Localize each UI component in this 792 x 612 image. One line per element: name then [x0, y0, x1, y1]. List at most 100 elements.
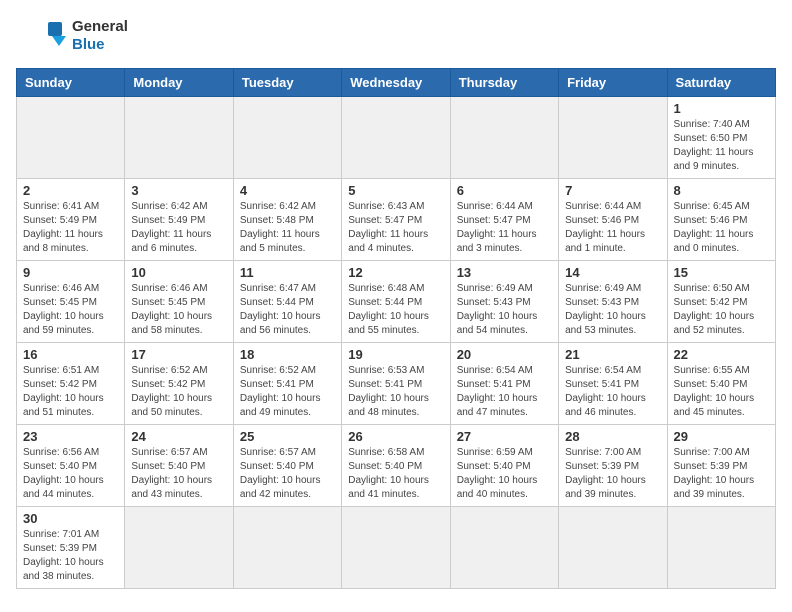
calendar-cell: 2 Sunrise: 6:41 AM Sunset: 5:49 PM Daylig… — [17, 179, 125, 261]
day-info: Sunrise: 6:52 AM Sunset: 5:42 PM Dayligh… — [131, 364, 226, 420]
day-number: 29 — [674, 429, 769, 444]
calendar-cell: 11Sunrise: 6:47 AM Sunset: 5:44 PM Dayli… — [233, 261, 341, 343]
calendar-cell: 18Sunrise: 6:52 AM Sunset: 5:41 PM Dayli… — [233, 343, 341, 425]
day-info: Sunrise: 6:57 AM Sunset: 5:40 PM Dayligh… — [240, 446, 335, 502]
calendar-cell: 15Sunrise: 6:50 AM Sunset: 5:42 PM Dayli… — [667, 261, 775, 343]
calendar-cell: 4 Sunrise: 6:42 AM Sunset: 5:48 PM Daylig… — [233, 179, 341, 261]
day-number: 17 — [131, 347, 226, 362]
day-number: 19 — [348, 347, 443, 362]
day-info: Sunrise: 6:53 AM Sunset: 5:41 PM Dayligh… — [348, 364, 443, 420]
calendar-cell: 3 Sunrise: 6:42 AM Sunset: 5:49 PM Daylig… — [125, 179, 233, 261]
day-info: Sunrise: 6:44 AM Sunset: 5:46 PM Dayligh… — [565, 200, 660, 256]
day-info: Sunrise: 6:51 AM Sunset: 5:42 PM Dayligh… — [23, 364, 118, 420]
calendar-week-row: 9Sunrise: 6:46 AM Sunset: 5:45 PM Daylig… — [17, 261, 776, 343]
calendar-cell: 27Sunrise: 6:59 AM Sunset: 5:40 PM Dayli… — [450, 425, 558, 507]
calendar-week-row: 1Sunrise: 7:40 AM Sunset: 6:50 PM Daylig… — [17, 97, 776, 179]
calendar-cell: 7 Sunrise: 6:44 AM Sunset: 5:46 PM Daylig… — [559, 179, 667, 261]
calendar-cell: 19 Sunrise: 6:53 AM Sunset: 5:41 PM Dayli… — [342, 343, 450, 425]
calendar-cell: 5 Sunrise: 6:43 AM Sunset: 5:47 PM Daylig… — [342, 179, 450, 261]
calendar-cell: 17 Sunrise: 6:52 AM Sunset: 5:42 PM Dayli… — [125, 343, 233, 425]
calendar-cell: 9Sunrise: 6:46 AM Sunset: 5:45 PM Daylig… — [17, 261, 125, 343]
calendar-cell: 25Sunrise: 6:57 AM Sunset: 5:40 PM Dayli… — [233, 425, 341, 507]
day-number: 27 — [457, 429, 552, 444]
header: General Blue — [16, 16, 776, 56]
calendar-cell: 14Sunrise: 6:49 AM Sunset: 5:43 PM Dayli… — [559, 261, 667, 343]
calendar-cell — [342, 97, 450, 179]
calendar-cell — [450, 97, 558, 179]
day-number: 30 — [23, 511, 118, 526]
logo-blue: Blue — [72, 36, 105, 53]
header-wednesday: Wednesday — [342, 69, 450, 97]
day-info: Sunrise: 7:00 AM Sunset: 5:39 PM Dayligh… — [565, 446, 660, 502]
calendar-header-row: SundayMondayTuesdayWednesdayThursdayFrid… — [17, 69, 776, 97]
calendar-cell: 20 Sunrise: 6:54 AM Sunset: 5:41 PM Dayli… — [450, 343, 558, 425]
header-tuesday: Tuesday — [233, 69, 341, 97]
calendar-cell: 12 Sunrise: 6:48 AM Sunset: 5:44 PM Dayli… — [342, 261, 450, 343]
day-info: Sunrise: 7:40 AM Sunset: 6:50 PM Dayligh… — [674, 118, 769, 174]
calendar-cell — [667, 507, 775, 589]
day-info: Sunrise: 6:55 AM Sunset: 5:40 PM Dayligh… — [674, 364, 769, 420]
day-number: 6 — [457, 183, 552, 198]
calendar-cell: 16 Sunrise: 6:51 AM Sunset: 5:42 PM Dayli… — [17, 343, 125, 425]
day-info: Sunrise: 7:01 AM Sunset: 5:39 PM Dayligh… — [23, 528, 118, 584]
day-info: Sunrise: 6:56 AM Sunset: 5:40 PM Dayligh… — [23, 446, 118, 502]
calendar-cell — [559, 507, 667, 589]
day-info: Sunrise: 6:54 AM Sunset: 5:41 PM Dayligh… — [457, 364, 552, 420]
day-number: 5 — [348, 183, 443, 198]
day-info: Sunrise: 6:45 AM Sunset: 5:46 PM Dayligh… — [674, 200, 769, 256]
header-sunday: Sunday — [17, 69, 125, 97]
logo-text-block: General Blue — [72, 18, 128, 54]
day-number: 16 — [23, 347, 118, 362]
day-number: 7 — [565, 183, 660, 198]
day-info: Sunrise: 6:48 AM Sunset: 5:44 PM Dayligh… — [348, 282, 443, 338]
calendar-week-row: 2 Sunrise: 6:41 AM Sunset: 5:49 PM Daylig… — [17, 179, 776, 261]
day-number: 12 — [348, 265, 443, 280]
header-thursday: Thursday — [450, 69, 558, 97]
day-info: Sunrise: 6:49 AM Sunset: 5:43 PM Dayligh… — [565, 282, 660, 338]
day-info: Sunrise: 6:43 AM Sunset: 5:47 PM Dayligh… — [348, 200, 443, 256]
day-info: Sunrise: 6:42 AM Sunset: 5:48 PM Dayligh… — [240, 200, 335, 256]
day-info: Sunrise: 6:54 AM Sunset: 5:41 PM Dayligh… — [565, 364, 660, 420]
calendar-cell: 30 Sunrise: 7:01 AM Sunset: 5:39 PM Dayli… — [17, 507, 125, 589]
day-number: 3 — [131, 183, 226, 198]
calendar-cell: 28 Sunrise: 7:00 AM Sunset: 5:39 PM Dayli… — [559, 425, 667, 507]
logo-svg — [16, 16, 66, 56]
calendar-cell: 24Sunrise: 6:57 AM Sunset: 5:40 PM Dayli… — [125, 425, 233, 507]
day-info: Sunrise: 6:42 AM Sunset: 5:49 PM Dayligh… — [131, 200, 226, 256]
day-info: Sunrise: 6:46 AM Sunset: 5:45 PM Dayligh… — [131, 282, 226, 338]
calendar-cell — [125, 507, 233, 589]
day-info: Sunrise: 6:41 AM Sunset: 5:49 PM Dayligh… — [23, 200, 118, 256]
day-number: 21 — [565, 347, 660, 362]
day-number: 24 — [131, 429, 226, 444]
header-friday: Friday — [559, 69, 667, 97]
calendar-cell: 26 Sunrise: 6:58 AM Sunset: 5:40 PM Dayli… — [342, 425, 450, 507]
calendar-cell — [342, 507, 450, 589]
day-number: 18 — [240, 347, 335, 362]
day-number: 11 — [240, 265, 335, 280]
day-number: 15 — [674, 265, 769, 280]
calendar-cell — [233, 97, 341, 179]
day-number: 4 — [240, 183, 335, 198]
day-info: Sunrise: 6:44 AM Sunset: 5:47 PM Dayligh… — [457, 200, 552, 256]
calendar-cell: 8 Sunrise: 6:45 AM Sunset: 5:46 PM Daylig… — [667, 179, 775, 261]
day-number: 22 — [674, 347, 769, 362]
day-number: 8 — [674, 183, 769, 198]
day-info: Sunrise: 6:58 AM Sunset: 5:40 PM Dayligh… — [348, 446, 443, 502]
day-number: 26 — [348, 429, 443, 444]
day-number: 2 — [23, 183, 118, 198]
day-number: 28 — [565, 429, 660, 444]
day-info: Sunrise: 6:46 AM Sunset: 5:45 PM Dayligh… — [23, 282, 118, 338]
header-monday: Monday — [125, 69, 233, 97]
calendar-cell — [450, 507, 558, 589]
calendar-week-row: 16 Sunrise: 6:51 AM Sunset: 5:42 PM Dayli… — [17, 343, 776, 425]
calendar-cell: 22 Sunrise: 6:55 AM Sunset: 5:40 PM Dayli… — [667, 343, 775, 425]
calendar-cell: 10 Sunrise: 6:46 AM Sunset: 5:45 PM Dayli… — [125, 261, 233, 343]
day-number: 13 — [457, 265, 552, 280]
day-number: 23 — [23, 429, 118, 444]
calendar-week-row: 30 Sunrise: 7:01 AM Sunset: 5:39 PM Dayli… — [17, 507, 776, 589]
calendar-cell: 1Sunrise: 7:40 AM Sunset: 6:50 PM Daylig… — [667, 97, 775, 179]
calendar-cell: 23 Sunrise: 6:56 AM Sunset: 5:40 PM Dayli… — [17, 425, 125, 507]
day-info: Sunrise: 7:00 AM Sunset: 5:39 PM Dayligh… — [674, 446, 769, 502]
day-number: 10 — [131, 265, 226, 280]
day-number: 20 — [457, 347, 552, 362]
